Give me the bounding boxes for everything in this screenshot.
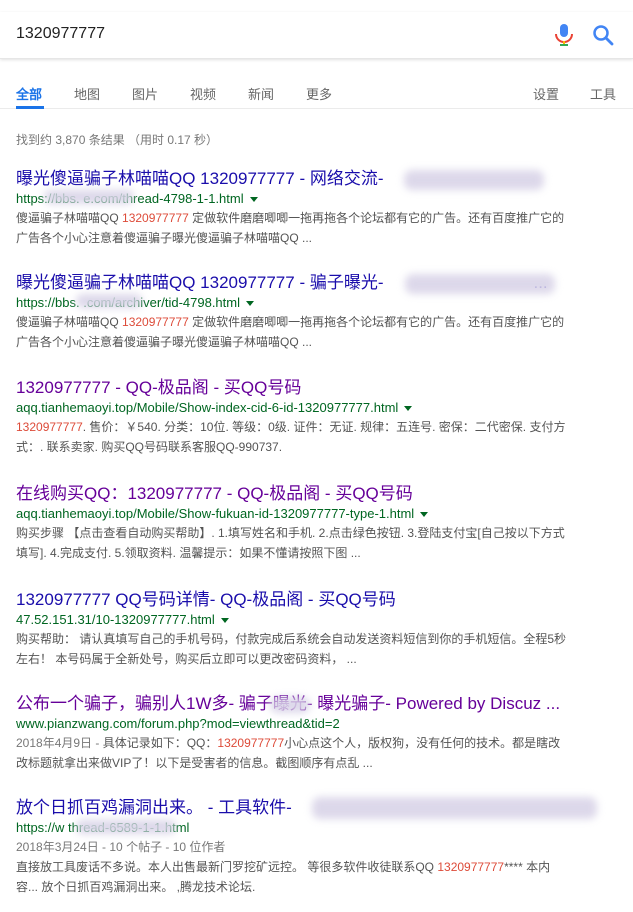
dropdown-arrow-icon[interactable] <box>245 301 254 307</box>
redaction-blur <box>404 170 544 190</box>
tab-more[interactable]: 更多 <box>306 84 332 103</box>
result-snippet: 2018年4月9日 - 具体记录如下：QQ：1320977777小心点这个人，版… <box>16 736 561 770</box>
result-url: aqq.tianhemaoyi.top/Mobile/Show-fukuan-i… <box>16 505 621 523</box>
active-tab-indicator <box>16 106 44 109</box>
result-stats: 找到约 3,870 条结果 （用时 0.17 秒） <box>16 133 219 147</box>
redaction-blur <box>76 294 142 308</box>
search-bar[interactable]: 1320977777 <box>0 12 633 59</box>
microphone-icon[interactable] <box>553 23 575 47</box>
tab-news[interactable]: 新闻 <box>248 84 274 103</box>
redaction-blur <box>405 274 555 294</box>
result-snippet: 购买帮助： 请认真填写自己的手机号码，付款完成后系统会自动发送资料短信到你的手机… <box>16 632 567 666</box>
search-result: 公布一个骗子，骗别人1W多- 骗子曝光- 曝光骗子- Powered by Di… <box>16 693 621 773</box>
result-title[interactable]: 在线购买QQ：1320977777 - QQ-极品阁 - 买QQ号码 <box>16 483 621 505</box>
tab-all[interactable]: 全部 <box>16 84 42 103</box>
tab-maps[interactable]: 地图 <box>74 84 100 103</box>
search-result: 在线购买QQ：1320977777 - QQ-极品阁 - 买QQ号码 aqq.t… <box>16 483 621 563</box>
search-result: 1320977777 QQ号码详情- QQ-极品阁 - 买QQ号码 47.52.… <box>16 589 621 669</box>
result-url: aqq.tianhemaoyi.top/Mobile/Show-index-ci… <box>16 399 621 417</box>
result-snippet: 2018年3月24日 - 10 个帖子 - 10 位作者 直接放工具废话不多说。本… <box>16 840 551 894</box>
tab-videos[interactable]: 视频 <box>190 84 216 103</box>
redaction-blur <box>312 797 597 819</box>
dropdown-arrow-icon[interactable] <box>420 512 429 518</box>
dropdown-arrow-icon[interactable] <box>404 406 413 412</box>
result-snippet: 傻逼骗子林喵喵QQ 1320977777 定做软件磨磨唧唧一拖再拖各个论坛都有它… <box>16 315 565 349</box>
tab-settings[interactable]: 设置 <box>533 84 559 103</box>
dropdown-arrow-icon[interactable] <box>220 618 229 624</box>
result-title[interactable]: 1320977777 - QQ-极品阁 - 买QQ号码 <box>16 377 621 399</box>
search-result: 1320977777 - QQ-极品阁 - 买QQ号码 aqq.tianhema… <box>16 377 621 457</box>
redaction-blur <box>270 697 310 713</box>
result-url: 47.52.151.31/10-1320977777.html <box>16 611 621 629</box>
redaction-blur <box>44 190 134 204</box>
result-snippet: 傻逼骗子林喵喵QQ 1320977777 定做软件磨磨唧唧一拖再拖各个论坛都有它… <box>16 211 565 245</box>
search-icon[interactable] <box>592 24 614 46</box>
result-title[interactable]: 公布一个骗子，骗别人1W多- 骗子曝光- 曝光骗子- Powered by Di… <box>16 693 621 715</box>
result-url: www.pianzwang.com/forum.php?mod=viewthre… <box>16 716 340 731</box>
result-snippet: 1320977777. 售价：￥540. 分类：10位. 等级：0级. 证件：无… <box>16 420 566 454</box>
tab-images[interactable]: 图片 <box>132 84 158 103</box>
dropdown-arrow-icon[interactable] <box>249 197 258 203</box>
search-input[interactable]: 1320977777 <box>16 25 105 43</box>
redaction-blur <box>76 820 176 834</box>
tab-tools[interactable]: 工具 <box>590 84 616 103</box>
search-tabs: 全部 地图 图片 视频 新闻 更多 设置 工具 <box>0 78 633 109</box>
result-snippet: 购买步骤 【点击查看自动购买帮助】. 1.填写姓名和手机. 2.点击绿色按钮. … <box>16 526 565 560</box>
result-title[interactable]: 1320977777 QQ号码详情- QQ-极品阁 - 买QQ号码 <box>16 589 621 611</box>
